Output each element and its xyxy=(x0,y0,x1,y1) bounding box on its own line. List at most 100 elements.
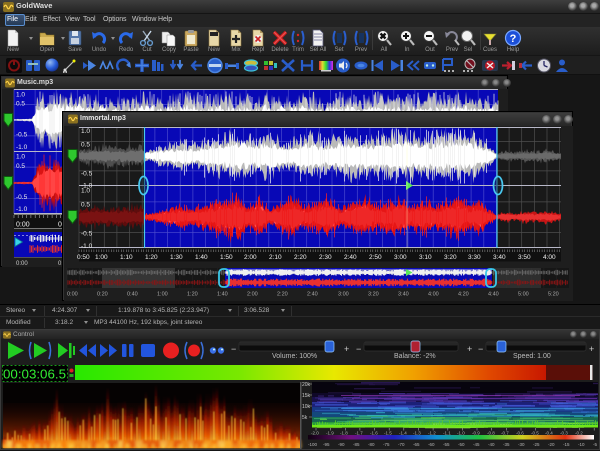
svg-text:-1.8: -1.8 xyxy=(340,431,348,436)
svg-text:-1.3: -1.3 xyxy=(413,431,421,436)
svg-text:0:40: 0:40 xyxy=(127,292,138,298)
svg-text:0:00: 0:00 xyxy=(16,222,30,229)
svg-text:4:40: 4:40 xyxy=(488,292,499,298)
svg-text:-0.2: -0.2 xyxy=(575,431,583,436)
svg-text:5:00: 5:00 xyxy=(518,292,529,298)
svg-text:2:50: 2:50 xyxy=(369,254,382,261)
svg-text:-75: -75 xyxy=(383,442,390,447)
svg-text:1:20: 1:20 xyxy=(187,292,198,298)
svg-text:-0.5: -0.5 xyxy=(531,431,539,436)
svg-text:1:50: 1:50 xyxy=(220,254,233,261)
svg-text:-95: -95 xyxy=(323,442,330,447)
svg-text:3:20: 3:20 xyxy=(444,254,457,261)
svg-text:4:00: 4:00 xyxy=(543,254,556,261)
svg-text:-55: -55 xyxy=(443,442,450,447)
svg-text:3:40: 3:40 xyxy=(493,254,506,261)
svg-text:2:40: 2:40 xyxy=(307,292,318,298)
svg-text:1:40: 1:40 xyxy=(217,292,228,298)
svg-text:-30: -30 xyxy=(518,442,525,447)
svg-text:-90: -90 xyxy=(338,442,345,447)
svg-text:1:40: 1:40 xyxy=(195,254,208,261)
svg-text:-60: -60 xyxy=(428,442,435,447)
svg-text:-100: -100 xyxy=(308,442,318,447)
svg-text:2:00: 2:00 xyxy=(244,254,257,261)
svg-text:2:10: 2:10 xyxy=(269,254,282,261)
svg-text:-70: -70 xyxy=(398,442,405,447)
svg-text:2:00: 2:00 xyxy=(247,292,258,298)
svg-text:2:40: 2:40 xyxy=(344,254,357,261)
svg-text:3:00: 3:00 xyxy=(394,254,407,261)
svg-text:-0.7: -0.7 xyxy=(501,431,509,436)
svg-text:-1.0: -1.0 xyxy=(16,144,28,151)
svg-text:00:03:06.5: 00:03:06.5 xyxy=(3,367,66,382)
svg-text:1:00: 1:00 xyxy=(95,254,108,261)
svg-text:-1.0: -1.0 xyxy=(457,431,465,436)
svg-text:Volume: 100%: Volume: 100% xyxy=(272,353,317,360)
svg-text:-0.9: -0.9 xyxy=(472,431,480,436)
svg-text:0.5: 0.5 xyxy=(16,163,25,170)
svg-text:3:00: 3:00 xyxy=(338,292,349,298)
svg-text:+: + xyxy=(344,344,349,354)
svg-text:4:20: 4:20 xyxy=(458,292,469,298)
svg-text:-1.7: -1.7 xyxy=(355,431,363,436)
svg-text:1.0: 1.0 xyxy=(81,128,90,135)
svg-text:−: − xyxy=(478,344,483,354)
svg-text:4:00: 4:00 xyxy=(428,292,439,298)
svg-text:-85: -85 xyxy=(353,442,360,447)
svg-text:-1.5: -1.5 xyxy=(384,431,392,436)
svg-text:0:00: 0:00 xyxy=(16,261,28,267)
svg-text:-2.0: -2.0 xyxy=(311,431,319,436)
svg-text:?: ? xyxy=(510,33,517,45)
svg-text:15k: 15k xyxy=(302,393,311,399)
svg-text:3:50: 3:50 xyxy=(518,254,531,261)
svg-text:−: − xyxy=(231,344,236,354)
svg-text:-1.1: -1.1 xyxy=(443,431,451,436)
svg-text:-0.5: -0.5 xyxy=(16,132,28,139)
svg-text:Speed: 1.00: Speed: 1.00 xyxy=(513,353,551,360)
svg-text:+: + xyxy=(589,344,594,354)
svg-text:3:40: 3:40 xyxy=(398,292,409,298)
svg-text:1.0: 1.0 xyxy=(16,154,25,161)
svg-text:0:20: 0:20 xyxy=(97,292,108,298)
svg-text:Balance: -2%: Balance: -2% xyxy=(394,353,436,360)
svg-text:3:10: 3:10 xyxy=(419,254,432,261)
svg-text:10k: 10k xyxy=(302,404,311,410)
svg-text:-40: -40 xyxy=(488,442,495,447)
svg-text:-0.4: -0.4 xyxy=(545,431,553,436)
svg-text:5:20: 5:20 xyxy=(548,292,559,298)
svg-text:0.5: 0.5 xyxy=(81,202,90,209)
svg-text:1.0: 1.0 xyxy=(16,92,25,99)
svg-text:-65: -65 xyxy=(413,442,420,447)
svg-text:-35: -35 xyxy=(503,442,510,447)
svg-text:1:10: 1:10 xyxy=(120,254,133,261)
svg-text:+: + xyxy=(467,344,472,354)
svg-text:-0.6: -0.6 xyxy=(516,431,524,436)
svg-text:1:00: 1:00 xyxy=(157,292,168,298)
svg-text:-45: -45 xyxy=(473,442,480,447)
svg-text:-1.6: -1.6 xyxy=(370,431,378,436)
svg-text:2:20: 2:20 xyxy=(294,254,307,261)
svg-text:-1.9: -1.9 xyxy=(326,431,334,436)
svg-text:0.5: 0.5 xyxy=(16,101,25,108)
svg-text:0:00: 0:00 xyxy=(67,292,78,298)
svg-text:-10: -10 xyxy=(578,442,585,447)
svg-text:-1.2: -1.2 xyxy=(428,431,436,436)
svg-text:0:50: 0:50 xyxy=(77,254,90,261)
svg-text:-0.5: -0.5 xyxy=(81,171,93,178)
svg-text:-0.5: -0.5 xyxy=(81,231,93,238)
svg-text:-15: -15 xyxy=(563,442,570,447)
svg-text:0.5: 0.5 xyxy=(81,142,90,149)
svg-text:-5: -5 xyxy=(593,442,597,447)
svg-text:-0.8: -0.8 xyxy=(487,431,495,436)
svg-text:-0.5: -0.5 xyxy=(16,194,28,201)
svg-text:3:30: 3:30 xyxy=(468,254,481,261)
svg-text:1.0: 1.0 xyxy=(81,188,90,195)
svg-text:-1.0: -1.0 xyxy=(16,206,28,213)
svg-text:-25: -25 xyxy=(533,442,540,447)
svg-text:-0.3: -0.3 xyxy=(560,431,568,436)
svg-text:2:30: 2:30 xyxy=(319,254,332,261)
svg-text:3:20: 3:20 xyxy=(368,292,379,298)
svg-text:20k: 20k xyxy=(302,382,311,388)
svg-text:5k: 5k xyxy=(302,415,308,421)
svg-text:−: − xyxy=(356,344,361,354)
